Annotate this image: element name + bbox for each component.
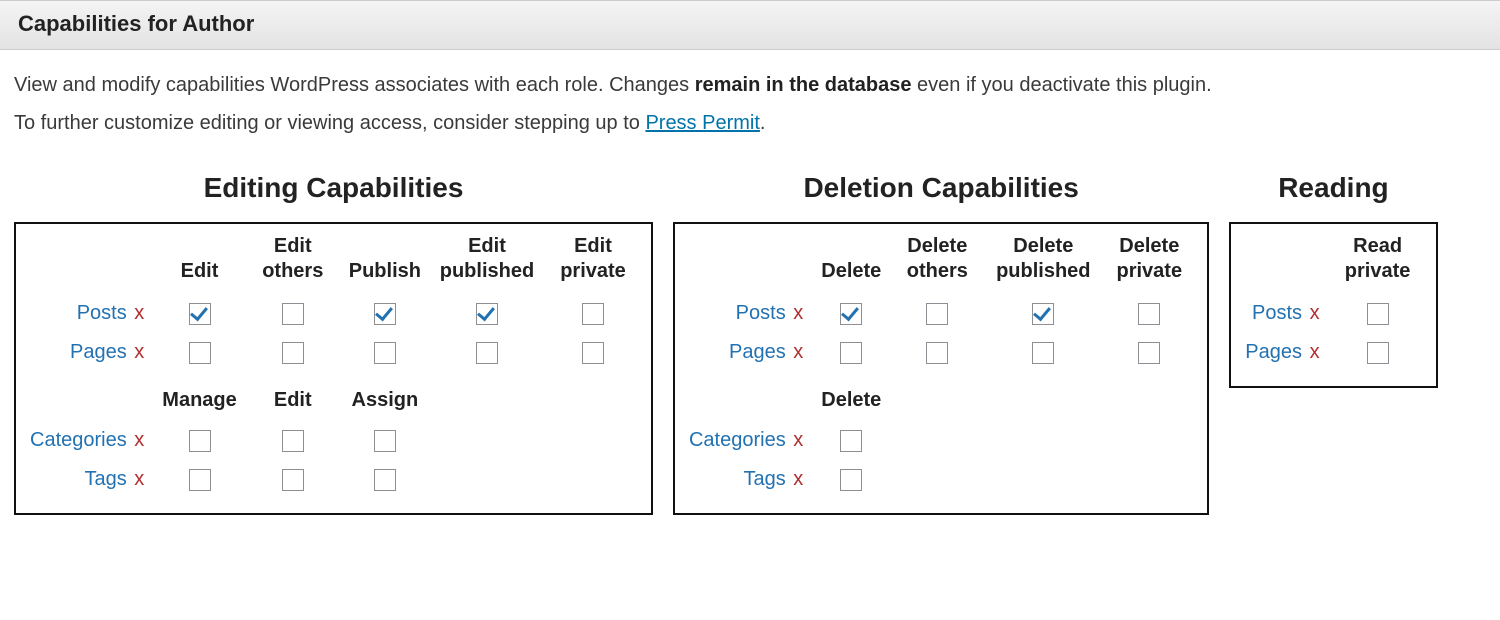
chk-edit-posts[interactable] [189,303,211,325]
chk-edit-published-posts[interactable] [476,303,498,325]
intro-line1-a: View and modify capabilities WordPress a… [14,74,695,96]
chk-edit-others-pages[interactable] [282,342,304,364]
row-x-pages[interactable]: x [132,341,144,363]
chk-assign-tags[interactable] [374,469,396,491]
col-edit: Edit [154,230,244,294]
row-link-posts-read[interactable]: Posts [1252,302,1302,324]
chk-publish-pages[interactable] [374,342,396,364]
panel-editing: Editing Capabilities Edit Edit others Pu… [14,172,653,515]
chk-delete-posts[interactable] [840,303,862,325]
row-deletion-tags: Tags x [681,460,1197,499]
row-x-categories[interactable]: x [132,429,144,451]
col-delete: Delete [813,230,889,294]
panel-deletion: Deletion Capabilities Delete Delete othe… [673,172,1209,515]
row-link-categories[interactable]: Categories [30,429,127,451]
row-x-posts[interactable]: x [132,302,144,324]
intro-line2-a: To further customize editing or viewing … [14,112,645,134]
chk-delete-private-posts[interactable] [1138,303,1160,325]
chk-delete-others-posts[interactable] [926,303,948,325]
chk-edit-pages[interactable] [189,342,211,364]
row-deletion-posts: Posts x [681,294,1197,333]
row-link-posts[interactable]: Posts [77,302,127,324]
chk-delete-private-pages[interactable] [1138,342,1160,364]
press-permit-link[interactable]: Press Permit [645,112,759,134]
col-delete-published: Delete published [985,230,1101,294]
chk-assign-categories[interactable] [374,430,396,452]
row-editing-tags: Tags x [22,460,641,499]
chk-read-private-pages[interactable] [1367,342,1389,364]
chk-manage-categories[interactable] [189,430,211,452]
panel-reading-title: Reading [1278,172,1388,204]
col-publish: Publish [341,230,429,294]
col-edit-published: Edit published [429,230,545,294]
row-link-pages-read[interactable]: Pages [1245,341,1302,363]
row-x-tags[interactable]: x [132,468,144,490]
col-manage: Manage [154,372,244,421]
editing-table: Edit Edit others Publish Edit published … [22,230,641,499]
chk-delete-categories[interactable] [840,430,862,452]
row-link-pages[interactable]: Pages [70,341,127,363]
row-link-tags[interactable]: Tags [84,468,126,490]
chk-read-private-posts[interactable] [1367,303,1389,325]
row-editing-pages: Pages x [22,333,641,372]
col-edit-tax: Edit [245,372,341,421]
page-title: Capabilities for Author [0,0,1500,50]
row-deletion-pages: Pages x [681,333,1197,372]
row-reading-pages: Pages x [1237,333,1425,372]
chk-edit-tags[interactable] [282,469,304,491]
col-edit-others: Edit others [245,230,341,294]
row-x-tags-del[interactable]: x [791,468,803,490]
chk-edit-categories[interactable] [282,430,304,452]
col-delete-private: Delete private [1101,230,1197,294]
chk-delete-published-posts[interactable] [1032,303,1054,325]
row-x-pages-read[interactable]: x [1308,341,1320,363]
row-link-categories-del[interactable]: Categories [689,429,786,451]
chk-edit-published-pages[interactable] [476,342,498,364]
row-x-pages-del[interactable]: x [791,341,803,363]
row-x-posts-read[interactable]: x [1308,302,1320,324]
intro-line1-c: even if you deactivate this plugin. [917,74,1212,96]
row-x-posts-del[interactable]: x [791,302,803,324]
chk-delete-tags[interactable] [840,469,862,491]
intro-line1-b: remain in the database [695,74,912,96]
row-x-categories-del[interactable]: x [791,429,803,451]
deletion-table: Delete Delete others Delete published De… [681,230,1197,499]
row-link-tags-del[interactable]: Tags [743,468,785,490]
chk-edit-others-posts[interactable] [282,303,304,325]
row-editing-posts: Posts x [22,294,641,333]
chk-delete-others-pages[interactable] [926,342,948,364]
row-reading-posts: Posts x [1237,294,1425,333]
chk-edit-private-pages[interactable] [582,342,604,364]
row-link-pages-del[interactable]: Pages [729,341,786,363]
chk-manage-tags[interactable] [189,469,211,491]
chk-delete-pages[interactable] [840,342,862,364]
row-link-posts-del[interactable]: Posts [736,302,786,324]
col-delete-tax: Delete [813,372,889,421]
chk-edit-private-posts[interactable] [582,303,604,325]
intro-line2-b: . [760,112,766,134]
row-deletion-categories: Categories x [681,421,1197,460]
row-editing-categories: Categories x [22,421,641,460]
col-assign: Assign [341,372,429,421]
panel-reading: Reading Read private Posts x [1229,172,1437,388]
col-edit-private: Edit private [545,230,641,294]
reading-table: Read private Posts x Pages x [1237,230,1425,372]
intro-text: View and modify capabilities WordPress a… [0,50,1500,142]
chk-delete-published-pages[interactable] [1032,342,1054,364]
col-delete-others: Delete others [889,230,985,294]
chk-publish-posts[interactable] [374,303,396,325]
col-read-private: Read private [1330,230,1426,294]
panel-deletion-title: Deletion Capabilities [803,172,1078,204]
panel-editing-title: Editing Capabilities [204,172,464,204]
